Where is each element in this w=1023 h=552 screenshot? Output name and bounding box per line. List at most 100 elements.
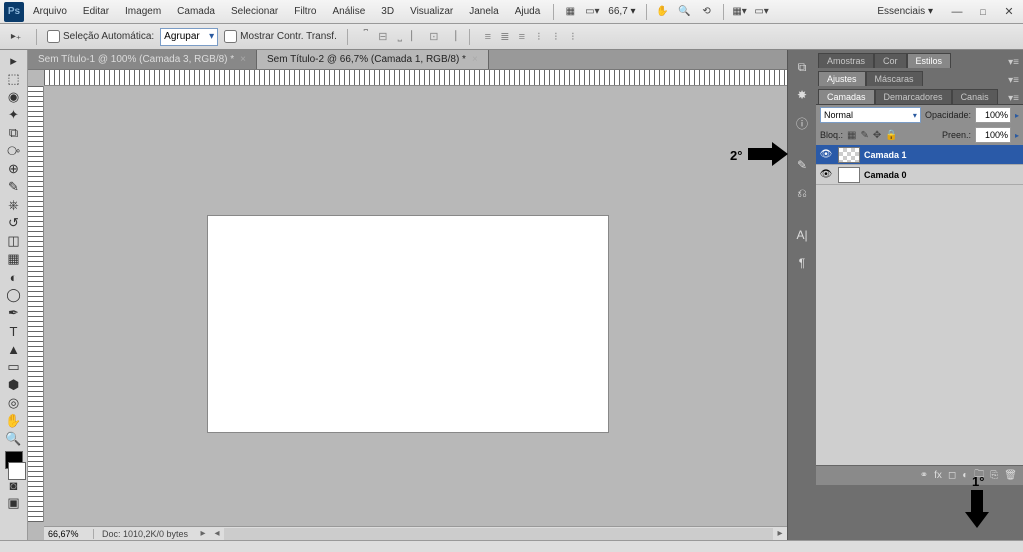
info-menu-icon[interactable]: ▸ (196, 528, 210, 539)
lock-transparency-icon[interactable]: ▦ (847, 130, 856, 141)
move-tool-icon[interactable]: ▸₊ (6, 28, 26, 46)
menu-analise[interactable]: Análise (325, 3, 372, 20)
dist-top-icon[interactable]: ≡ (480, 29, 496, 45)
show-transform-check[interactable] (224, 30, 237, 43)
zoom-tool-icon[interactable]: 🔍 (675, 3, 695, 21)
align-vcenter-icon[interactable]: ⊟ (375, 29, 391, 45)
delete-layer-icon[interactable]: 🗑 (1004, 470, 1017, 481)
info-panel-icon[interactable]: ⓘ (791, 112, 813, 134)
layer-thumbnail[interactable] (838, 147, 860, 163)
doc-tab-2[interactable]: Sem Título-2 @ 66,7% (Camada 1, RGB/8) *… (257, 50, 489, 69)
menu-imagem[interactable]: Imagem (118, 3, 168, 20)
layer-thumbnail[interactable] (838, 167, 860, 183)
tab-camadas[interactable]: Camadas (818, 89, 875, 104)
maximize-icon[interactable]: □ (973, 3, 993, 21)
zoom-field[interactable]: 66,67% (44, 529, 94, 539)
visibility-icon[interactable]: 👁 (818, 169, 834, 180)
link-layers-icon[interactable]: ⚭ (920, 470, 928, 481)
tab-canais[interactable]: Canais (952, 89, 998, 104)
tab-demarcadores[interactable]: Demarcadores (875, 89, 952, 104)
layer-mask-icon[interactable]: ◻ (948, 470, 956, 481)
healing-tool[interactable]: ⊕ (2, 160, 26, 178)
brushes-panel-icon[interactable]: ✎ (791, 154, 813, 176)
screenmode-tool[interactable]: ▣ (2, 494, 26, 512)
auto-select-check[interactable] (47, 30, 60, 43)
menu-filtro[interactable]: Filtro (287, 3, 323, 20)
actions-panel-icon[interactable]: ✸ (791, 84, 813, 106)
launch-bridge-icon[interactable]: ▦ (560, 3, 580, 21)
lock-pixels-icon[interactable]: ✎ (860, 130, 868, 141)
move-tool[interactable]: ▸ (2, 52, 26, 70)
3d-tool[interactable]: ⬢ (2, 376, 26, 394)
hand-tool[interactable]: ✋ (2, 412, 26, 430)
auto-select-checkbox[interactable]: Seleção Automática: (47, 30, 154, 43)
3d-camera-tool[interactable]: ◎ (2, 394, 26, 412)
canvas[interactable] (208, 216, 608, 432)
shape-tool[interactable]: ▭ (2, 358, 26, 376)
character-panel-icon[interactable]: A| (791, 224, 813, 246)
workspace-switcher[interactable]: Essenciais ▾ (869, 4, 941, 19)
eyedropper-tool[interactable]: ⧂ (2, 142, 26, 160)
minimize-icon[interactable]: — (947, 3, 967, 21)
visibility-icon[interactable]: 👁 (818, 149, 834, 160)
opacity-field[interactable]: 100% (975, 107, 1011, 123)
history-panel-icon[interactable]: ⧉ (791, 56, 813, 78)
clone-panel-icon[interactable]: ⎌ (791, 182, 813, 204)
lasso-tool[interactable]: ◉ (2, 88, 26, 106)
menu-camada[interactable]: Camada (170, 3, 222, 20)
scroll-left-icon[interactable]: ◂ (210, 528, 224, 539)
dist-hcenter-icon[interactable]: ⁝ (548, 29, 564, 45)
dist-left-icon[interactable]: ⁝ (531, 29, 547, 45)
fill-field[interactable]: 100% (975, 127, 1011, 143)
menu-3d[interactable]: 3D (374, 3, 401, 20)
zoom-level[interactable]: 66,7 ▾ (604, 6, 639, 17)
type-tool[interactable]: T (2, 322, 26, 340)
tab-estilos[interactable]: Estilos (907, 53, 952, 68)
dodge-tool[interactable]: ◯ (2, 286, 26, 304)
eraser-tool[interactable]: ◫ (2, 232, 26, 250)
doc-tab-1[interactable]: Sem Título-1 @ 100% (Camada 3, RGB/8) *× (28, 50, 257, 69)
background-color[interactable] (8, 462, 26, 480)
gradient-tool[interactable]: ▦ (2, 250, 26, 268)
menu-ajuda[interactable]: Ajuda (508, 3, 548, 20)
menu-editar[interactable]: Editar (76, 3, 116, 20)
blur-tool[interactable]: ◐ (2, 268, 26, 286)
scrollbar-horizontal[interactable] (224, 528, 773, 540)
dist-vcenter-icon[interactable]: ≣ (497, 29, 513, 45)
menu-janela[interactable]: Janela (462, 3, 505, 20)
tab-mascaras[interactable]: Máscaras (866, 71, 923, 86)
opacity-arrow-icon[interactable]: ▸ (1015, 111, 1019, 120)
fill-arrow-icon[interactable]: ▸ (1015, 131, 1019, 140)
layer-row-camada-0[interactable]: 👁 Camada 0 (816, 165, 1023, 185)
layer-name[interactable]: Camada 1 (864, 150, 907, 160)
marquee-tool[interactable]: ⬚ (2, 70, 26, 88)
arrange-docs-icon[interactable]: ▦▾ (730, 3, 750, 21)
path-select-tool[interactable]: ▲ (2, 340, 26, 358)
panel-menu-icon[interactable]: ▾≡ (1004, 93, 1023, 104)
auto-select-mode[interactable]: Agrupar (160, 28, 218, 46)
tab-ajustes[interactable]: Ajustes (818, 71, 866, 86)
align-bottom-icon[interactable]: ⎵ (392, 29, 408, 45)
ruler-horizontal[interactable] (44, 70, 787, 86)
screen-mode-icon[interactable]: ▭▾ (752, 3, 772, 21)
panel-menu-icon[interactable]: ▾≡ (1004, 75, 1023, 86)
dist-right-icon[interactable]: ⁝ (565, 29, 581, 45)
zoom-tool[interactable]: 🔍 (2, 430, 26, 448)
stamp-tool[interactable]: ⎈ (2, 196, 26, 214)
paragraph-panel-icon[interactable]: ¶ (791, 252, 813, 274)
blend-mode-dropdown[interactable]: Normal (820, 107, 921, 123)
layer-name[interactable]: Camada 0 (864, 170, 907, 180)
tab-close-icon[interactable]: × (472, 54, 478, 65)
align-right-icon[interactable]: ⎹ (443, 29, 459, 45)
lock-position-icon[interactable]: ✥ (873, 130, 881, 141)
crop-tool[interactable]: ⧉ (2, 124, 26, 142)
history-brush-tool[interactable]: ↺ (2, 214, 26, 232)
panel-menu-icon[interactable]: ▾≡ (1004, 57, 1023, 68)
wand-tool[interactable]: ✦ (2, 106, 26, 124)
hand-tool-icon[interactable]: ✋ (653, 3, 673, 21)
menu-arquivo[interactable]: Arquivo (26, 3, 74, 20)
dist-bottom-icon[interactable]: ≡ (514, 29, 530, 45)
pen-tool[interactable]: ✒ (2, 304, 26, 322)
adjustment-layer-icon[interactable]: ◐ (962, 470, 968, 481)
align-left-icon[interactable]: ⎸ (409, 29, 425, 45)
